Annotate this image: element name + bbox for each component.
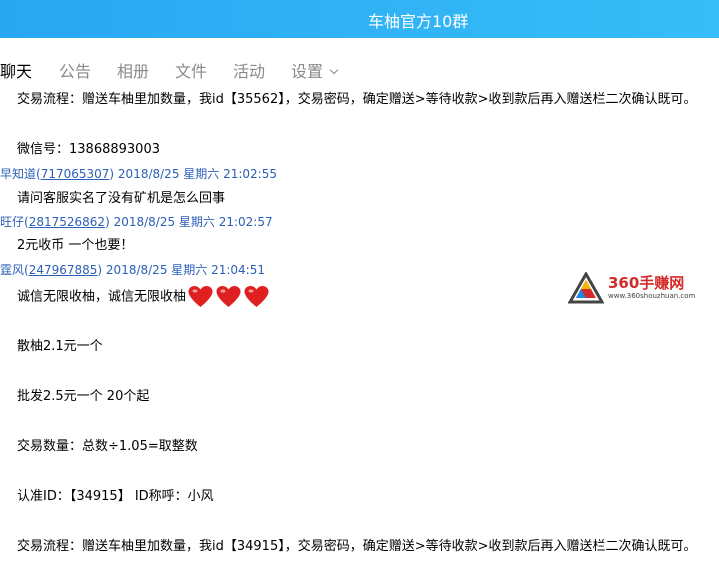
message-datetime: 2018/8/25 星期六 21:02:57 <box>113 215 273 229</box>
message-text: 微信号：13868893003 <box>17 142 160 157</box>
tab-settings-label: 设置 <box>291 62 324 81</box>
heart-icon <box>244 286 269 307</box>
message-text: 交易流程：赠送车柚里加数量，我id【34915】，交易密码，确定赠送>等待收款>… <box>17 539 697 554</box>
sender-id-link[interactable]: 2817526862 <box>29 215 105 229</box>
message-text: 散柚2.1元一个 <box>17 339 103 354</box>
tab-announcements[interactable]: 公告 <box>59 58 91 82</box>
heart-icon <box>216 286 241 307</box>
tab-announcements-label: 公告 <box>59 62 92 81</box>
sender-name[interactable]: 霆风 <box>0 263 24 277</box>
tab-chat-label: 聊天 <box>0 62 33 81</box>
chevron-down-icon <box>329 65 339 75</box>
tab-activities-label: 活动 <box>233 62 266 81</box>
watermark-url: www.360shouzhuan.com <box>608 292 696 300</box>
tab-album-label: 相册 <box>117 62 150 81</box>
window-title: 车柚官方10群 <box>368 12 469 31</box>
message-text: 交易流程：赠送车柚里加数量，我id【35562】，交易密码，确定赠送>等待收款>… <box>17 92 697 107</box>
sender-name[interactable]: 旺仔 <box>0 215 24 229</box>
message-row: 诚信无限收柚，诚信无限收柚 <box>17 286 272 308</box>
sender-id-link[interactable]: 717065307 <box>41 167 110 181</box>
tab-album[interactable]: 相册 <box>117 58 149 82</box>
tab-chat[interactable]: 聊天 <box>0 58 32 82</box>
message-header: 霆风(247967885) 2018/8/25 星期六 21:04:51 <box>0 263 265 277</box>
message-datetime: 2018/8/25 星期六 21:02:55 <box>117 167 277 181</box>
message-header: 早知道(717065307) 2018/8/25 星期六 21:02:55 <box>0 167 277 181</box>
sender-name[interactable]: 早知道 <box>0 167 36 181</box>
chat-message-list[interactable]: 交易流程：赠送车柚里加数量，我id【35562】，交易密码，确定赠送>等待收款>… <box>0 83 719 575</box>
message-text: 批发2.5元一个 20个起 <box>17 389 150 404</box>
sender-id-link[interactable]: 247967885 <box>29 263 98 277</box>
message-text: 诚信无限收柚，诚信无限收柚 <box>17 289 187 305</box>
message-text: 2元收币 一个也要！ <box>17 238 134 253</box>
tab-settings[interactable]: 设置 <box>291 58 339 82</box>
window-titlebar: 车柚官方10群 <box>0 0 719 38</box>
message-header: 旺仔(2817526862) 2018/8/25 星期六 21:02:57 <box>0 215 273 229</box>
heart-icon <box>188 286 213 307</box>
tab-bar: 聊天 公告 相册 文件 活动 设置 <box>0 38 719 83</box>
heart-emoji-group <box>188 286 272 308</box>
message-text: 交易数量：总数÷1.05=取整数 <box>17 439 198 454</box>
message-datetime: 2018/8/25 星期六 21:04:51 <box>105 263 265 277</box>
watermark-logo: 360手赚网 www.360shouzhuan.com <box>568 272 718 306</box>
tab-files[interactable]: 文件 <box>175 58 207 82</box>
watermark-brand: 360手赚网 <box>608 274 685 292</box>
message-text: 认准ID：【34915】 ID称呼：小风 <box>17 489 214 504</box>
message-text: 请问客服实名了没有矿机是怎么回事 <box>17 191 226 206</box>
tab-activities[interactable]: 活动 <box>233 58 265 82</box>
triangle-logo-icon <box>568 272 604 304</box>
tab-files-label: 文件 <box>175 62 208 81</box>
